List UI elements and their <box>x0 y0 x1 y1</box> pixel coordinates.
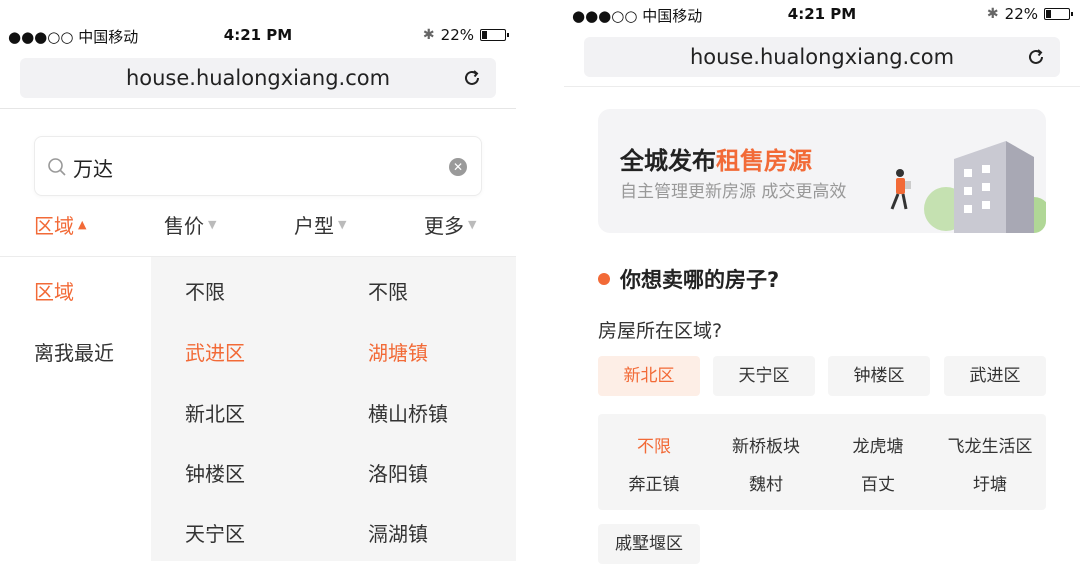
town-option[interactable]: 横山桥镇 <box>368 398 448 427</box>
sub-area-option[interactable]: 百丈 <box>822 470 934 495</box>
district-chip[interactable]: 武进区 <box>944 356 1046 396</box>
promo-banner[interactable]: 全城发布租售房源 自主管理更新房源 成交更高效 <box>598 109 1046 233</box>
caret-down-icon: ▼ <box>208 218 217 231</box>
reload-icon[interactable] <box>460 66 484 90</box>
address-bar[interactable]: house.hualongxiang.com <box>584 37 1060 77</box>
left-screen: ●●●○○ 中国移动 4:21 PM ✱ 22% house.hualongxi… <box>0 0 516 577</box>
banner-title: 全城发布租售房源 <box>620 141 812 176</box>
district-option[interactable]: 新北区 <box>185 398 245 427</box>
battery-percent: 22% <box>440 26 474 44</box>
bluetooth-icon: ✱ <box>422 27 435 43</box>
bluetooth-icon: ✱ <box>986 6 999 22</box>
sub-area-option[interactable]: 不限 <box>598 432 710 457</box>
bullet-dot <box>598 273 610 285</box>
building-illustration <box>890 141 1046 233</box>
sub-area-panel: 不限 新桥板块 龙虎塘 飞龙生活区 奔正镇 魏村 百丈 圩塘 <box>598 414 1046 510</box>
search-icon <box>48 158 66 176</box>
caret-up-icon: ▲ <box>78 218 87 231</box>
district-option[interactable]: 武进区 <box>185 337 245 366</box>
url-text[interactable]: house.hualongxiang.com <box>584 37 1060 77</box>
town-option[interactable]: 湖塘镇 <box>368 337 428 366</box>
filter-tab-more[interactable]: 更多 ▼ <box>424 210 476 239</box>
town-option[interactable]: 洛阳镇 <box>368 458 428 487</box>
filter-tab-label: 户型 <box>294 214 334 238</box>
menu-item-region[interactable]: 区域 <box>34 276 74 305</box>
search-input[interactable] <box>73 151 413 183</box>
status-bar: ●●●○○ 中国移动 4:21 PM ✱ 22% <box>564 5 1080 27</box>
divider <box>564 86 1080 87</box>
battery-icon <box>480 29 509 41</box>
filter-tab-label: 售价 <box>164 214 204 238</box>
district-chip[interactable]: 钟楼区 <box>828 356 930 396</box>
right-screen: ●●●○○ 中国移动 4:21 PM ✱ 22% house.hualongxi… <box>564 0 1080 577</box>
address-bar[interactable]: house.hualongxiang.com <box>20 58 496 98</box>
filter-tabs: 区域 ▲ 售价 ▼ 户型 ▼ 更多 ▼ <box>0 210 516 246</box>
district-option[interactable]: 钟楼区 <box>185 458 245 487</box>
sub-area-option[interactable]: 奔正镇 <box>598 470 710 495</box>
district-chip[interactable]: 新北区 <box>598 356 700 396</box>
battery-fill <box>1046 10 1052 18</box>
sub-area-option[interactable]: 魏村 <box>710 470 822 495</box>
sub-area-option[interactable]: 飞龙生活区 <box>934 432 1046 457</box>
district-option[interactable]: 天宁区 <box>185 518 245 547</box>
district-chip[interactable]: 天宁区 <box>713 356 815 396</box>
filter-tab-layout[interactable]: 户型 ▼ <box>294 210 346 239</box>
banner-title-highlight: 租售房源 <box>716 147 812 175</box>
menu-item-nearby[interactable]: 离我最近 <box>34 337 114 366</box>
sub-area-option[interactable]: 新桥板块 <box>710 432 822 457</box>
caret-down-icon: ▼ <box>338 218 347 231</box>
battery-fill <box>482 31 488 39</box>
reload-icon[interactable] <box>1024 45 1048 69</box>
url-text[interactable]: house.hualongxiang.com <box>20 58 496 98</box>
filter-tab-price[interactable]: 售价 ▼ <box>164 210 216 239</box>
area-question: 房屋所在区域? <box>598 320 723 342</box>
status-bar: ●●●○○ 中国移动 4:21 PM ✱ 22% <box>0 26 516 48</box>
district-chip[interactable]: 戚墅堰区 <box>598 524 700 564</box>
search-box[interactable]: ✕ <box>34 136 482 196</box>
section-title: 你想卖哪的房子? <box>620 268 780 292</box>
sub-area-option[interactable]: 龙虎塘 <box>822 432 934 457</box>
town-option[interactable]: 不限 <box>368 276 408 305</box>
divider <box>0 108 516 109</box>
battery-icon <box>1044 8 1073 20</box>
banner-title-plain: 全城发布 <box>620 147 716 175</box>
battery-percent: 22% <box>1004 5 1038 23</box>
filter-tab-region[interactable]: 区域 ▲ <box>34 210 86 239</box>
caret-down-icon: ▼ <box>468 218 477 231</box>
section-heading: 你想卖哪的房子? <box>598 264 779 294</box>
town-option[interactable]: 滆湖镇 <box>368 518 428 547</box>
clear-icon[interactable]: ✕ <box>449 158 467 176</box>
filter-tab-label: 区域 <box>34 214 74 238</box>
sub-area-option[interactable]: 圩塘 <box>934 470 1046 495</box>
district-option[interactable]: 不限 <box>185 276 225 305</box>
banner-subtitle: 自主管理更新房源 成交更高效 <box>620 182 847 202</box>
filter-tab-label: 更多 <box>424 214 464 238</box>
